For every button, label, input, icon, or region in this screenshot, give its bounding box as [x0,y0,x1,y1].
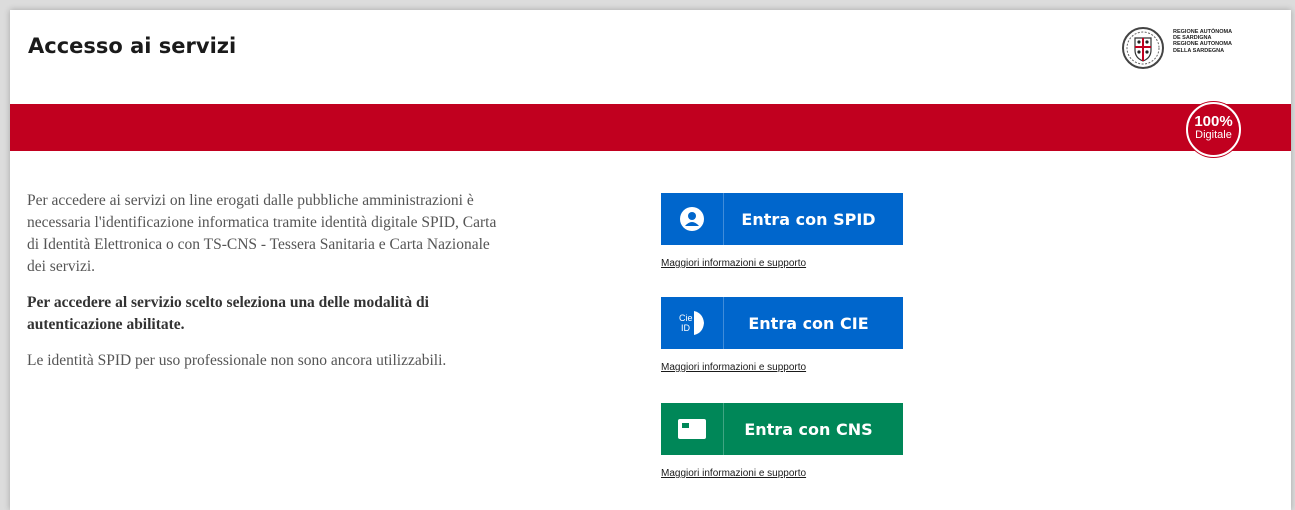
spid-button-label: Entra con SPID [741,209,876,229]
intro-paragraph: Per accedere ai servizi on line erogati … [27,192,497,275]
page-title: Accesso ai servizi [28,34,237,58]
cie-button-label: Entra con CIE [748,313,869,333]
spid-more-info-link[interactable]: Maggiori informazioni e supporto [661,258,806,269]
cns-more-info-link[interactable]: Maggiori informazioni e supporto [661,468,806,479]
cie-login-button[interactable]: Cie ID Entra con CIE [661,297,903,349]
region-name: REGIONE AUTÒNOMA DE SARDIGNA REGIONE AUT… [1173,29,1233,54]
digitale-badge: 100% Digitale [1186,102,1241,157]
cie-more-info-link[interactable]: Maggiori informazioni e supporto [661,362,806,373]
cns-login-button[interactable]: Entra con CNS [661,403,903,455]
instruction-paragraph: Per accedere al servizio scelto selezion… [27,294,429,333]
spid-login-button[interactable]: Entra con SPID [661,193,903,245]
cie-id-icon: Cie ID [661,297,724,349]
red-banner [10,104,1291,151]
cns-button-label: Entra con CNS [744,419,873,439]
header: Accesso ai servizi REGIONE AUTÒNOMA DE S… [10,10,1291,102]
card-icon [661,403,724,455]
svg-text:ID: ID [681,323,691,333]
spid-notice: Le identità SPID per uso professionale n… [27,352,447,369]
svg-text:Cie: Cie [679,313,693,323]
intro-text: Per accedere ai servizi on line erogati … [27,190,502,386]
page-window: Accesso ai servizi REGIONE AUTÒNOMA DE S… [10,10,1291,510]
user-circle-icon [661,193,724,245]
